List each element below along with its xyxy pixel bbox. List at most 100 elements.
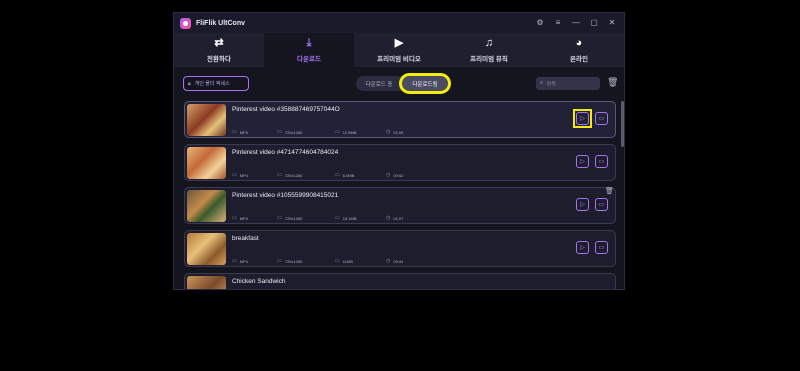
tab-premium-music[interactable]: ♫ 프리미엄 뮤직 <box>444 33 534 67</box>
clock-icon: ◷ <box>386 172 391 178</box>
video-thumbnail <box>187 190 226 222</box>
app-window: FliFlik UltConv ⚙ ≡ — ▢ ✕ ⇄ 전환하다 ⤓ 다운로드 … <box>173 12 625 290</box>
close-icon[interactable]: ✕ <box>606 17 618 29</box>
folder-icon: ▭ <box>598 201 605 208</box>
monitor-icon: ▭ <box>277 129 282 135</box>
item-name: Pinterest video #471477460478402​4 <box>232 149 339 156</box>
file-icon: ▭ <box>232 172 237 178</box>
item-actions: ▷ ▭ <box>576 241 608 254</box>
folder-icon: ▭ <box>335 172 340 178</box>
size-meta: ▭ 6.0MB <box>335 172 355 178</box>
item-name: breakfast <box>232 235 259 242</box>
clock-icon: ◷ <box>386 258 391 264</box>
list-item[interactable]: Chicken Sandwich <box>184 273 616 289</box>
item-name: Pinterest video #358887469757044O <box>232 106 340 113</box>
private-folder-button[interactable]: 🔒︎ 개인 폴더 액세스 <box>183 76 249 91</box>
trash-icon[interactable]: 🗑︎ <box>607 77 618 88</box>
size-meta: ▭ 15.1MB <box>335 215 357 221</box>
play-circle-icon: ▶ <box>394 36 404 49</box>
folder-icon: ▭ <box>335 129 340 135</box>
item-actions: ▷ ▭ <box>576 198 608 211</box>
resolution-meta: ▭ 720x1280 <box>277 215 303 221</box>
monitor-icon: ▭ <box>277 215 282 221</box>
item-actions: ▷ ▭ <box>576 155 608 168</box>
list-item[interactable]: Pinterest video #358887469757044O ▭ MP4 ▭… <box>184 101 616 138</box>
search-icon: ⌕ <box>540 80 544 86</box>
file-icon: ▭ <box>232 215 237 221</box>
open-folder-button[interactable]: ▭ <box>595 198 608 211</box>
play-icon: ▷ <box>580 201 585 208</box>
download-icon: ⤓ <box>306 36 312 49</box>
lock-icon: 🔒︎ <box>188 80 191 87</box>
item-name: Chicken Sandwich <box>232 278 286 285</box>
list-item[interactable]: Pinterest video #1055599908415021 🗑︎ ▭ MP… <box>184 187 616 224</box>
tab-download[interactable]: ⤓ 다운로드 <box>264 33 354 67</box>
title-bar: FliFlik UltConv ⚙ ≡ — ▢ ✕ <box>174 13 624 33</box>
folder-icon: ▭ <box>335 215 340 221</box>
play-icon: ▷ <box>580 244 585 251</box>
monitor-icon: ▭ <box>277 258 282 264</box>
folder-icon: ▭ <box>598 115 605 122</box>
duration-meta: ◷ 01:07 <box>386 215 404 221</box>
music-note-icon: ♫ <box>484 36 494 49</box>
play-icon: ▷ <box>576 112 589 125</box>
download-toolbar: 🔒︎ 개인 폴더 액세스 다운로드 중 다운로드됨 ⌕ 🗑︎ <box>174 67 624 97</box>
item-actions: ▷ ▭ <box>573 109 608 128</box>
delete-icon[interactable]: 🗑︎ <box>605 187 614 195</box>
list-item[interactable]: breakfast ▭ MP4 ▭ 720x1280 ▭ 11MB ◷ 00:44 ▷ … <box>184 230 616 267</box>
monitor-icon: ▭ <box>277 172 282 178</box>
app-title: FliFlik UltConv <box>196 19 245 27</box>
settings-icon[interactable]: ⚙ <box>534 17 546 29</box>
globe-icon: ◕ <box>575 36 583 49</box>
downloading-tab[interactable]: 다운로드 중 <box>356 76 402 91</box>
list-item[interactable]: Pinterest video #471477460478402​4 ▭ MP4 … <box>184 144 616 181</box>
resolution-meta: ▭ 720x1280 <box>277 258 303 264</box>
format-meta: ▭ MP4 <box>232 215 248 221</box>
tab-premium-video[interactable]: ▶ 프리미엄 비디오 <box>354 33 444 67</box>
downloaded-tab[interactable]: 다운로드됨 <box>399 73 451 94</box>
tab-label: 전환하다 <box>207 55 231 63</box>
menu-icon[interactable]: ≡ <box>552 17 564 29</box>
open-folder-button[interactable]: ▭ <box>595 241 608 254</box>
play-icon: ▷ <box>580 158 585 165</box>
video-thumbnail <box>187 233 226 265</box>
search-input[interactable] <box>546 80 595 87</box>
play-button[interactable]: ▷ <box>573 109 592 128</box>
size-meta: ▭ 12.5MB <box>335 129 357 135</box>
tab-label: 다운로드 <box>297 55 321 63</box>
swap-icon: ⇄ <box>214 36 224 49</box>
download-list: Pinterest video #358887469757044O ▭ MP4 ▭… <box>174 97 624 289</box>
open-folder-button[interactable]: ▭ <box>595 155 608 168</box>
file-icon: ▭ <box>232 129 237 135</box>
tab-label: 프리미엄 뮤직 <box>470 55 508 63</box>
video-thumbnail <box>187 104 226 136</box>
format-meta: ▭ MP4 <box>232 129 248 135</box>
play-button[interactable]: ▷ <box>576 155 589 168</box>
folder-icon: ▭ <box>598 244 605 251</box>
size-meta: ▭ 11MB <box>335 258 353 264</box>
maximize-icon[interactable]: ▢ <box>588 17 600 29</box>
play-button[interactable]: ▷ <box>576 198 589 211</box>
format-meta: ▭ MP4 <box>232 172 248 178</box>
resolution-meta: ▭ 720x1280 <box>277 172 303 178</box>
video-thumbnail <box>187 276 226 289</box>
duration-meta: ◷ 00:52 <box>386 172 404 178</box>
minimize-icon[interactable]: — <box>570 17 582 29</box>
tab-online[interactable]: ◕ 온라인 <box>534 33 624 67</box>
play-button[interactable]: ▷ <box>576 241 589 254</box>
folder-icon: ▭ <box>335 258 340 264</box>
clock-icon: ◷ <box>386 129 391 135</box>
open-folder-button[interactable]: ▭ <box>595 112 608 125</box>
private-folder-label: 개인 폴더 액세스 <box>194 81 230 87</box>
search-box: ⌕ <box>536 77 600 90</box>
window-controls: ⚙ ≡ — ▢ ✕ <box>534 17 618 29</box>
file-icon: ▭ <box>232 258 237 264</box>
resolution-meta: ▭ 720x1280 <box>277 129 303 135</box>
clock-icon: ◷ <box>386 215 391 221</box>
item-name: Pinterest video #1055599908415021 <box>232 192 339 199</box>
list-scrollbar[interactable] <box>621 101 624 147</box>
duration-meta: ◷ 00:44 <box>386 258 404 264</box>
format-meta: ▭ MP4 <box>232 258 248 264</box>
tab-convert[interactable]: ⇄ 전환하다 <box>174 33 264 67</box>
duration-meta: ◷ 01:05 <box>386 129 404 135</box>
